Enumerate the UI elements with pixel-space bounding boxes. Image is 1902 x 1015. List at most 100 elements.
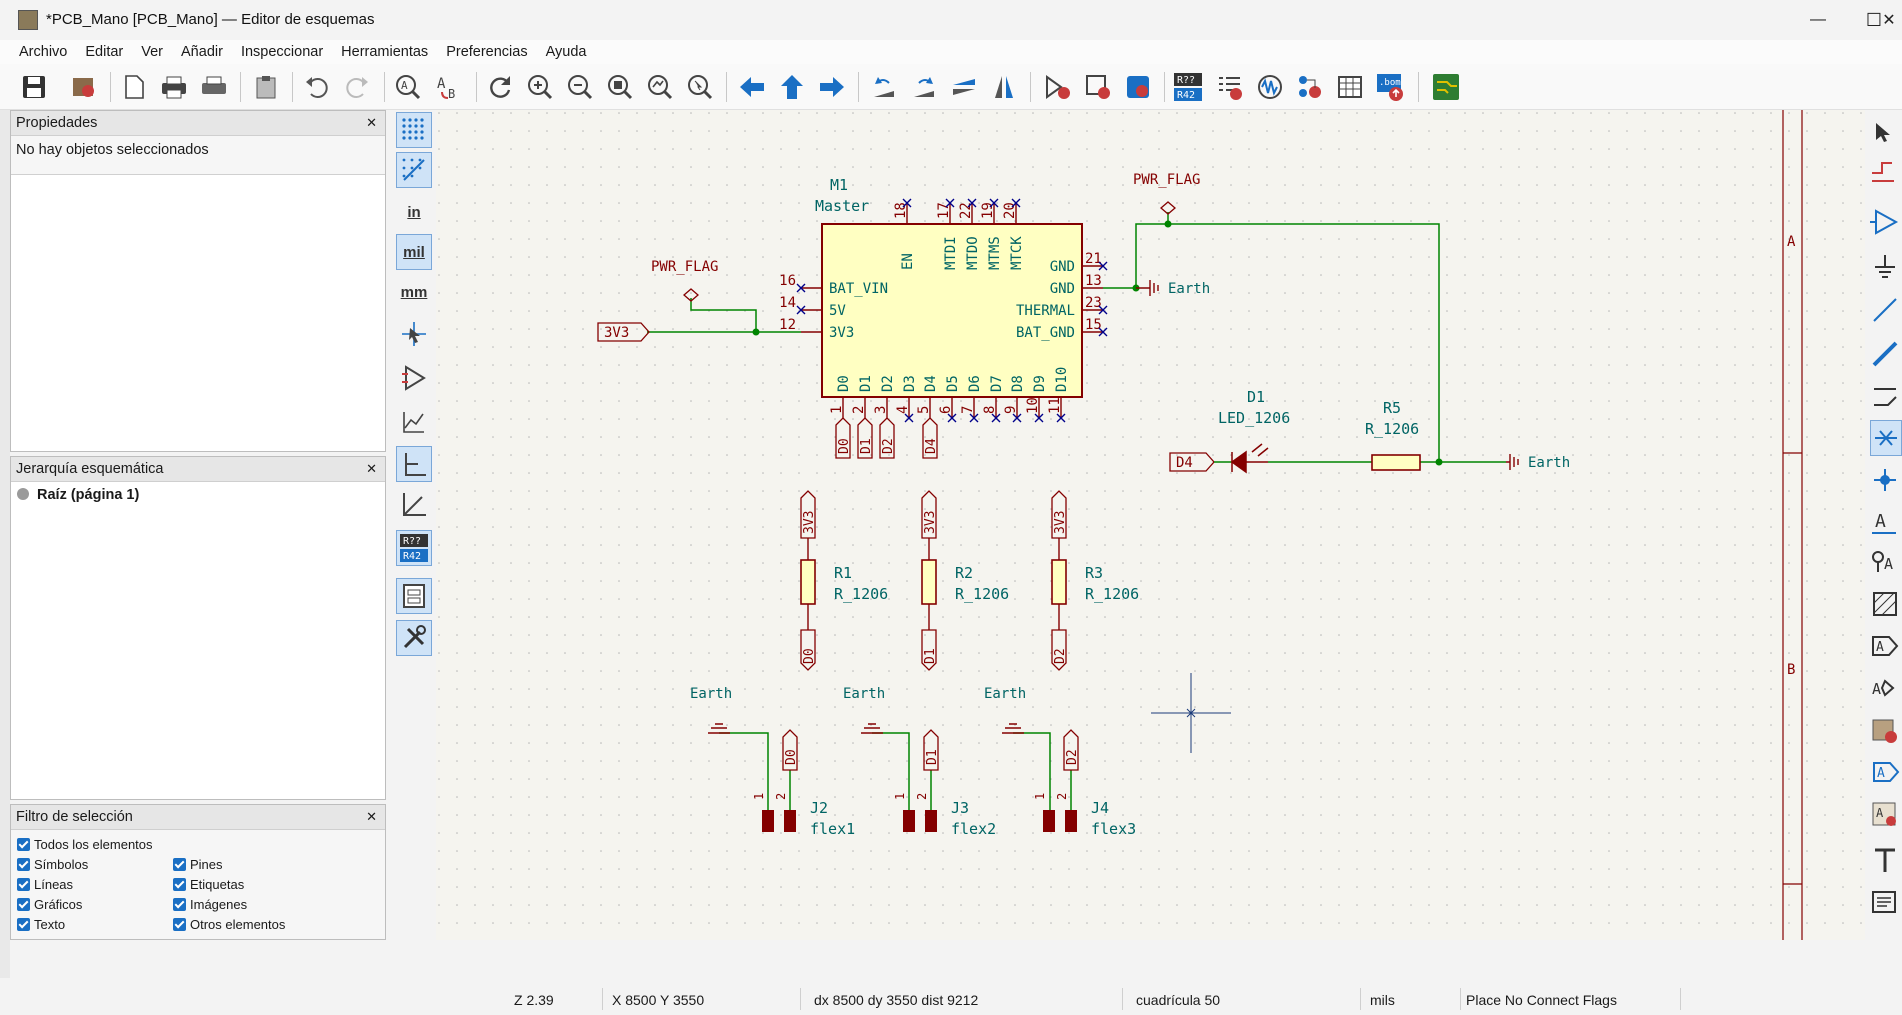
filter-graphics-checkbox[interactable]: Gráficos — [17, 897, 82, 912]
line-mode-45-icon[interactable] — [396, 486, 432, 522]
select-tool-icon[interactable] — [1870, 114, 1902, 150]
page-settings-icon[interactable] — [116, 70, 152, 104]
hidden-pins-icon[interactable] — [396, 360, 432, 396]
add-sheet-icon[interactable] — [1870, 712, 1902, 748]
hierarchy-navigator-icon[interactable] — [396, 578, 432, 614]
add-bus-icon[interactable] — [1870, 336, 1902, 372]
close-icon[interactable]: ✕ — [366, 111, 377, 135]
zoom-in-icon[interactable] — [522, 70, 558, 104]
add-power-icon[interactable] — [1870, 248, 1902, 284]
hierarchy-root[interactable]: Raíz (página 1) — [11, 482, 385, 508]
menu-ver[interactable]: Ver — [132, 44, 172, 60]
earth-label-5: Earth — [984, 686, 1026, 702]
print-icon[interactable] — [156, 70, 192, 104]
navigate-forward-icon[interactable] — [814, 70, 850, 104]
rotate-cw-icon[interactable] — [906, 70, 942, 104]
erc-icon[interactable] — [1212, 70, 1248, 104]
close-icon[interactable]: ✕ — [366, 805, 377, 829]
filter-all-checkbox[interactable]: Todos los elementos — [17, 837, 153, 852]
no-connect-tool-icon[interactable] — [1870, 420, 1902, 456]
add-textbox-icon[interactable] — [1870, 884, 1902, 920]
add-text-icon[interactable] — [1870, 842, 1902, 878]
zoom-objects-icon[interactable] — [642, 70, 678, 104]
symbol-browser-icon[interactable] — [1080, 70, 1116, 104]
zoom-fit-icon[interactable] — [602, 70, 638, 104]
filter-pins-checkbox[interactable]: Pines — [173, 857, 223, 872]
add-rule-area-icon[interactable] — [1870, 586, 1902, 622]
menu-preferencias[interactable]: Preferencias — [437, 44, 536, 60]
pcb-editor-icon[interactable] — [1428, 70, 1464, 104]
add-global-label-icon[interactable]: A — [1870, 628, 1902, 664]
annotate-tool-icon[interactable]: R?? R42 — [396, 530, 432, 566]
menu-anadir[interactable]: Añadir — [172, 44, 232, 60]
simulator-icon[interactable] — [1252, 70, 1288, 104]
paste-icon[interactable] — [248, 70, 284, 104]
undo-icon[interactable] — [298, 70, 334, 104]
filter-images-checkbox[interactable]: Imágenes — [173, 897, 247, 912]
zoom-selection-icon[interactable] — [682, 70, 718, 104]
add-symbol-icon[interactable] — [1870, 204, 1902, 240]
filter-lines-checkbox[interactable]: Líneas — [17, 877, 73, 892]
find-replace-icon[interactable]: AB — [430, 70, 466, 104]
add-label-icon[interactable]: A — [1870, 504, 1902, 540]
zoom-out-icon[interactable] — [562, 70, 598, 104]
annotate-icon[interactable]: R?? R42 — [1170, 70, 1206, 104]
status-delta: dx 8500 dy 3550 dist 9212 — [814, 992, 979, 1008]
save-icon[interactable] — [16, 70, 52, 104]
filter-text-checkbox[interactable]: Texto — [17, 917, 65, 932]
schematic-drawing[interactable]: A B M1 Master BAT_VIN 5V 3V3 GND GND THE… — [436, 110, 1865, 940]
footprint-assign-icon[interactable] — [1120, 70, 1156, 104]
add-wire-icon[interactable] — [1870, 292, 1902, 328]
add-net-class-icon[interactable]: A — [1870, 544, 1902, 580]
find-icon[interactable]: A — [390, 70, 426, 104]
svg-text:A: A — [1875, 511, 1886, 532]
rotate-ccw-icon[interactable] — [866, 70, 902, 104]
menu-herramientas[interactable]: Herramientas — [332, 44, 437, 60]
schematic-canvas[interactable]: A B M1 Master BAT_VIN 5V 3V3 GND GND THE… — [436, 110, 1865, 940]
cursor-fullscreen-icon[interactable] — [396, 316, 432, 352]
line-mode-90-icon[interactable] — [396, 446, 432, 482]
filter-labels-checkbox[interactable]: Etiquetas — [173, 877, 244, 892]
pin-d0: D0 — [836, 375, 852, 392]
close-button[interactable]: ✕ — [1876, 0, 1902, 40]
svg-text:A: A — [1876, 640, 1884, 655]
units-mm-button[interactable]: mm — [396, 274, 432, 310]
symbol-editor-icon[interactable] — [1040, 70, 1076, 104]
grid-toggle-icon[interactable] — [396, 112, 432, 148]
schematic-setup-icon[interactable] — [66, 70, 102, 104]
svg-text:1: 1 — [1033, 793, 1047, 800]
svg-text:A: A — [1876, 806, 1884, 820]
filter-symbols-checkbox[interactable]: Símbolos — [17, 857, 88, 872]
redo-icon[interactable] — [340, 70, 376, 104]
navigate-back-icon[interactable] — [734, 70, 770, 104]
properties-toggle-icon[interactable] — [396, 620, 432, 656]
menu-archivo[interactable]: Archivo — [10, 44, 76, 60]
refresh-icon[interactable] — [482, 70, 518, 104]
menu-inspeccionar[interactable]: Inspeccionar — [232, 44, 332, 60]
minimize-button[interactable]: — — [1790, 0, 1846, 40]
menu-editar[interactable]: Editar — [76, 44, 132, 60]
add-hier-label-icon[interactable]: A — [1870, 670, 1902, 706]
navigate-up-icon[interactable] — [774, 70, 810, 104]
units-mil-button[interactable]: mil — [396, 234, 432, 270]
line-mode-free-icon[interactable] — [396, 404, 432, 440]
mirror-horizontal-icon[interactable] — [986, 70, 1022, 104]
svg-text:J4: J4 — [1091, 799, 1109, 817]
filter-other-checkbox[interactable]: Otros elementos — [173, 917, 285, 932]
m1-value: Master — [815, 197, 869, 215]
field-editor-icon[interactable] — [1332, 70, 1368, 104]
units-inch-button[interactable]: in — [396, 194, 432, 230]
import-sheet-pin-icon[interactable]: A — [1870, 796, 1902, 832]
highlight-net-icon[interactable] — [1870, 156, 1902, 192]
generate-netlist-icon[interactable] — [1292, 70, 1328, 104]
bom-icon[interactable]: .bom — [1372, 70, 1408, 104]
plot-icon[interactable] — [196, 70, 232, 104]
add-junction-icon[interactable] — [1870, 462, 1902, 498]
grid-overrides-icon[interactable] — [396, 152, 432, 188]
mirror-vertical-icon[interactable] — [946, 70, 982, 104]
r5-value: R_1206 — [1365, 420, 1419, 438]
add-sheet-pin-icon[interactable]: A — [1870, 754, 1902, 790]
menu-ayuda[interactable]: Ayuda — [537, 44, 596, 60]
add-bus-entry-icon[interactable] — [1870, 378, 1902, 414]
close-icon[interactable]: ✕ — [366, 457, 377, 481]
